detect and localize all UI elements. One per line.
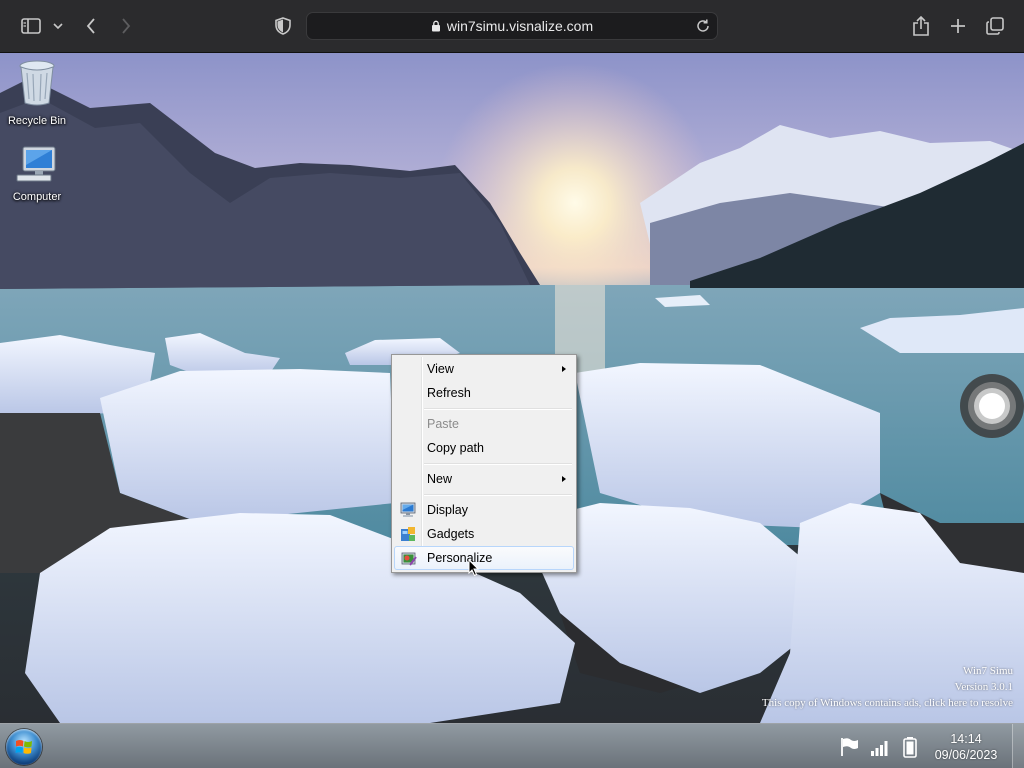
forward-icon xyxy=(122,18,131,34)
clock-date: 09/06/2023 xyxy=(934,748,998,762)
menu-item-label: Copy path xyxy=(427,441,484,455)
menu-item-label: View xyxy=(427,362,454,376)
menu-item-label: Gadgets xyxy=(427,527,475,541)
menu-item-label: Personalize xyxy=(427,551,493,565)
address-bar[interactable]: win7simu.visnalize.com xyxy=(306,12,718,40)
assistive-touch-dot xyxy=(979,393,1005,419)
personalize-icon xyxy=(401,552,417,566)
menu-item-display[interactable]: Display xyxy=(394,498,574,522)
action-center-flag-icon[interactable] xyxy=(838,736,860,758)
menu-item-personalize[interactable]: Personalize xyxy=(394,546,574,570)
url-text: win7simu.visnalize.com xyxy=(446,18,594,34)
tab-overview-button[interactable] xyxy=(980,12,1010,40)
shield-icon xyxy=(275,17,291,35)
tabs-icon xyxy=(986,17,1004,35)
menu-item-label: Paste xyxy=(427,417,459,431)
menu-item-gadgets[interactable]: Gadgets xyxy=(394,522,574,546)
signal-icon[interactable] xyxy=(869,736,891,758)
menu-separator xyxy=(424,460,574,467)
menu-item-refresh[interactable]: Refresh xyxy=(394,381,574,405)
chevron-down-icon xyxy=(53,23,63,30)
computer-icon xyxy=(16,146,56,182)
watermark-line: Version 3.0.1 xyxy=(954,681,1013,693)
menu-item-label: New xyxy=(427,472,453,486)
recycle-bin-icon xyxy=(19,60,55,106)
watermark-line: Win7 Simu xyxy=(963,665,1013,677)
tab-group-menu-button[interactable] xyxy=(46,12,70,40)
privacy-button[interactable] xyxy=(268,12,298,40)
sidebar-icon xyxy=(21,18,41,34)
desktop-icon-label: Computer xyxy=(12,191,62,203)
lock-icon xyxy=(431,20,441,32)
new-tab-button[interactable] xyxy=(943,12,973,40)
browser-toolbar: win7simu.visnalize.com xyxy=(0,0,1024,53)
display-icon xyxy=(400,502,416,517)
menu-item-paste: Paste xyxy=(394,412,574,436)
windows-logo-icon xyxy=(15,740,32,754)
menu-item-copy-path[interactable]: Copy path xyxy=(394,436,574,460)
taskbar: 14:14 09/06/2023 xyxy=(0,723,1024,768)
menu-item-label: Display xyxy=(427,503,468,517)
menu-separator xyxy=(424,405,574,412)
mouse-cursor-icon xyxy=(468,559,480,577)
plus-icon xyxy=(951,19,965,33)
activation-watermark[interactable]: Win7 Simu Version 3.0.1 This copy of Win… xyxy=(762,663,1013,711)
back-icon xyxy=(86,18,95,34)
desktop-icon-computer[interactable]: Computer xyxy=(0,145,74,203)
battery-icon[interactable] xyxy=(899,736,921,758)
menu-item-label: Refresh xyxy=(427,386,471,400)
desktop-icon-label: Recycle Bin xyxy=(7,115,67,127)
menu-item-new[interactable]: New xyxy=(394,467,574,491)
watermark-line[interactable]: This copy of Windows contains ads, click… xyxy=(762,695,1013,711)
reload-icon[interactable] xyxy=(695,18,711,34)
clock-time: 14:14 xyxy=(950,732,982,746)
sidebar-toggle-button[interactable] xyxy=(16,12,46,40)
desktop-icon-recycle-bin[interactable]: Recycle Bin xyxy=(0,59,74,127)
desktop-context-menu: View Refresh Paste Copy path New Display… xyxy=(391,354,577,573)
share-icon xyxy=(913,16,929,36)
gadgets-icon xyxy=(401,527,415,541)
forward-button[interactable] xyxy=(111,12,141,40)
menu-item-view[interactable]: View xyxy=(394,357,574,381)
start-button[interactable] xyxy=(6,729,42,765)
submenu-arrow-icon xyxy=(562,366,566,372)
back-button[interactable] xyxy=(76,12,106,40)
share-button[interactable] xyxy=(906,12,936,40)
show-desktop-button[interactable] xyxy=(1012,724,1024,768)
system-clock[interactable]: 14:14 09/06/2023 xyxy=(922,731,1010,763)
submenu-arrow-icon xyxy=(562,476,566,482)
menu-separator xyxy=(424,491,574,498)
assistive-touch-button[interactable] xyxy=(960,374,1024,438)
